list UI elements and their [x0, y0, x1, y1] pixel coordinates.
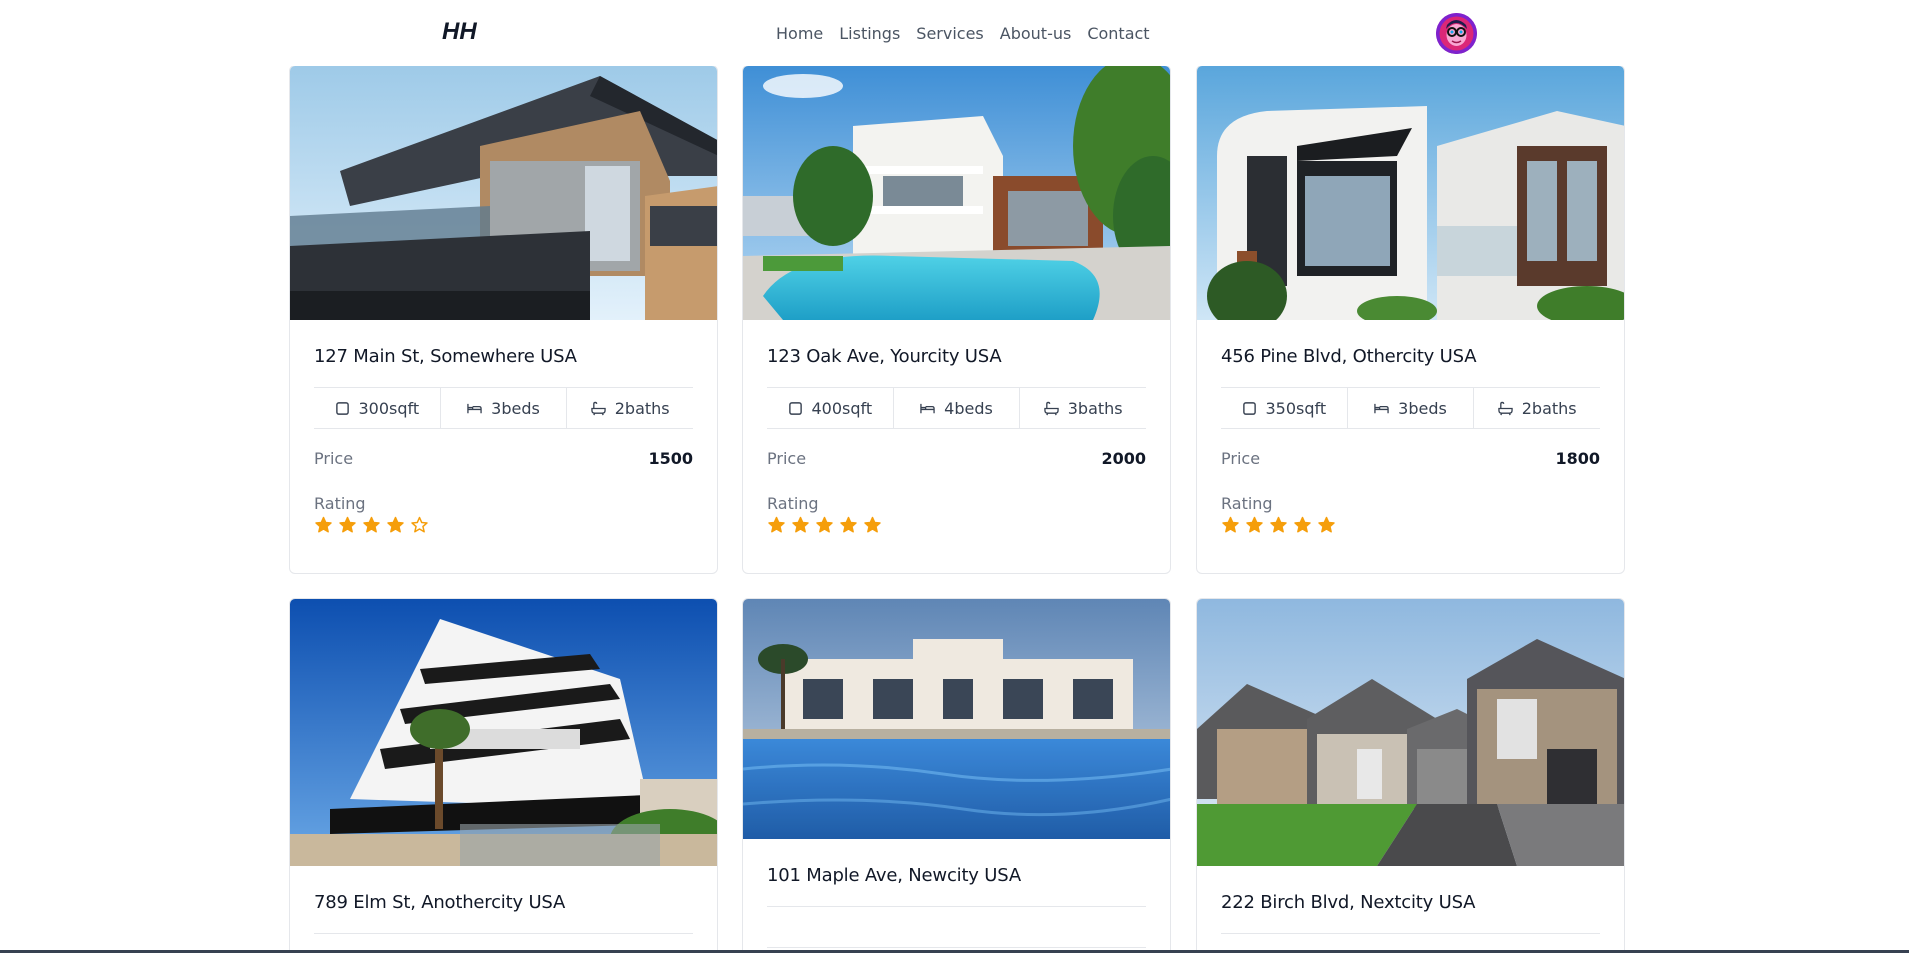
star-filled-icon[interactable]	[338, 516, 357, 534]
bath-icon	[1044, 401, 1059, 415]
beds-value: 3beds	[491, 398, 540, 418]
star-filled-icon[interactable]	[1245, 516, 1264, 534]
feature-area: 350sqft	[1221, 388, 1348, 428]
star-filled-icon[interactable]	[767, 516, 786, 534]
nav-contact[interactable]: Contact	[1087, 24, 1149, 43]
bath-icon	[591, 401, 606, 415]
nav-services[interactable]: Services	[916, 24, 983, 43]
top-navbar: HH Home Listings Services About-us Conta…	[0, 0, 1909, 66]
listing-card: 101 Maple Ave, Newcity USA	[742, 598, 1171, 953]
baths-value: 2baths	[614, 398, 670, 418]
listing-image[interactable]	[743, 599, 1170, 839]
bed-icon	[467, 403, 482, 413]
star-filled-icon[interactable]	[314, 516, 333, 534]
nav-listings[interactable]: Listings	[839, 24, 900, 43]
listing-address[interactable]: 222 Birch Blvd, Nextcity USA	[1221, 892, 1600, 913]
baths-value: 3baths	[1067, 398, 1123, 418]
feature-baths: 2baths	[567, 388, 693, 428]
house-photo-icon	[290, 66, 717, 320]
star-filled-icon[interactable]	[386, 516, 405, 534]
price-row: Price 1500	[314, 449, 693, 468]
site-logo[interactable]: HH	[442, 18, 477, 46]
listing-address[interactable]: 127 Main St, Somewhere USA	[314, 346, 693, 367]
bed-icon	[920, 403, 935, 413]
price-row: Price 1800	[1221, 449, 1600, 468]
bed-icon	[1374, 403, 1389, 413]
star-filled-icon[interactable]	[839, 516, 858, 534]
price-label: Price	[314, 449, 354, 468]
price-label: Price	[767, 449, 807, 468]
bath-icon	[1498, 401, 1513, 415]
square-icon	[335, 401, 349, 415]
rating-stars	[314, 516, 693, 534]
listing-features: 350sqft 3beds 2baths	[1221, 387, 1600, 429]
square-icon	[1242, 401, 1256, 415]
listing-card: 789 Elm St, Anothercity USA	[289, 598, 718, 953]
house-photo-icon	[1197, 66, 1624, 320]
star-filled-icon[interactable]	[791, 516, 810, 534]
listing-address[interactable]: 789 Elm St, Anothercity USA	[314, 892, 693, 913]
area-value: 350sqft	[1265, 398, 1327, 418]
listing-card: 456 Pine Blvd, Othercity USA 350sqft 3be…	[1196, 65, 1625, 574]
feature-beds: 3beds	[1348, 388, 1475, 428]
price-label: Price	[1221, 449, 1261, 468]
nav-home[interactable]: Home	[776, 24, 823, 43]
listing-address[interactable]: 101 Maple Ave, Newcity USA	[767, 865, 1146, 886]
square-icon	[788, 401, 802, 415]
price-value: 1500	[648, 449, 693, 468]
listing-image[interactable]	[290, 599, 717, 866]
rating-label: Rating	[314, 494, 366, 513]
house-photo-icon	[743, 599, 1170, 839]
feature-baths: 2baths	[1474, 388, 1600, 428]
rating-label: Rating	[1221, 494, 1273, 513]
feature-beds: 4beds	[894, 388, 1021, 428]
feature-beds: 3beds	[441, 388, 568, 428]
star-filled-icon[interactable]	[1269, 516, 1288, 534]
star-filled-icon[interactable]	[362, 516, 381, 534]
star-filled-icon[interactable]	[863, 516, 882, 534]
star-filled-icon[interactable]	[1221, 516, 1240, 534]
listing-features: 400sqft 4beds 3baths	[767, 387, 1146, 429]
house-photo-icon	[743, 66, 1170, 320]
listing-address[interactable]: 456 Pine Blvd, Othercity USA	[1221, 346, 1600, 367]
nav-about-us[interactable]: About-us	[1000, 24, 1072, 43]
beds-value: 3beds	[1398, 398, 1447, 418]
rating-stars	[1221, 516, 1600, 534]
rating-label: Rating	[767, 494, 819, 513]
listing-image[interactable]	[290, 66, 717, 320]
baths-value: 2baths	[1521, 398, 1577, 418]
avatar-icon	[1436, 13, 1477, 54]
listing-card: 222 Birch Blvd, Nextcity USA	[1196, 598, 1625, 953]
listing-image[interactable]	[1197, 599, 1624, 866]
listing-card: 127 Main St, Somewhere USA 300sqft 3beds…	[289, 65, 718, 574]
feature-baths: 3baths	[1020, 388, 1146, 428]
main-nav: Home Listings Services About-us Contact	[776, 24, 1150, 43]
price-value: 2000	[1101, 449, 1146, 468]
feature-area: 400sqft	[767, 388, 894, 428]
listing-address[interactable]: 123 Oak Ave, Yourcity USA	[767, 346, 1146, 367]
area-value: 400sqft	[811, 398, 873, 418]
listing-image[interactable]	[743, 66, 1170, 320]
area-value: 300sqft	[358, 398, 420, 418]
house-photo-icon	[1197, 599, 1624, 866]
star-empty-icon[interactable]	[410, 516, 429, 534]
listing-image[interactable]	[1197, 66, 1624, 320]
feature-area: 300sqft	[314, 388, 441, 428]
listing-features: 300sqft 3beds 2baths	[314, 387, 693, 429]
user-avatar[interactable]	[1436, 13, 1477, 54]
listing-features	[767, 906, 1146, 948]
star-filled-icon[interactable]	[1317, 516, 1336, 534]
rating-stars	[767, 516, 1146, 534]
star-filled-icon[interactable]	[1293, 516, 1312, 534]
house-photo-icon	[290, 599, 717, 866]
star-filled-icon[interactable]	[815, 516, 834, 534]
price-value: 1800	[1555, 449, 1600, 468]
listing-card: 123 Oak Ave, Yourcity USA 400sqft 4beds …	[742, 65, 1171, 574]
beds-value: 4beds	[944, 398, 993, 418]
price-row: Price 2000	[767, 449, 1146, 468]
